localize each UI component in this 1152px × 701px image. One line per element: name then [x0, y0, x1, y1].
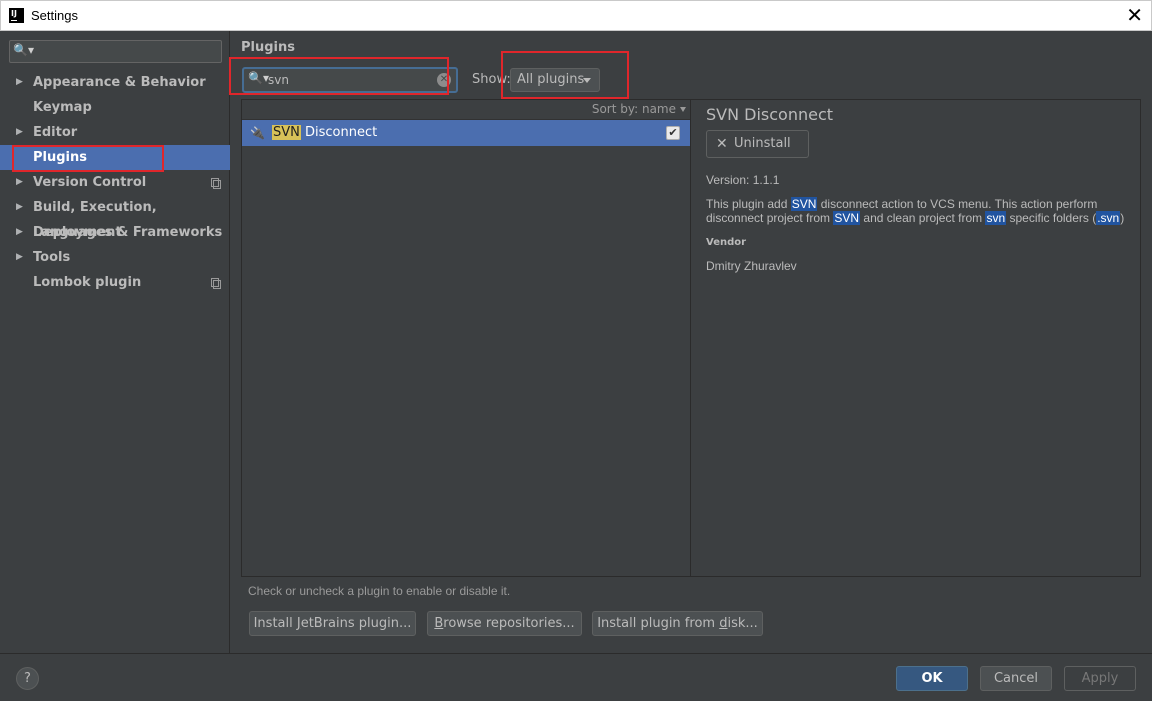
plugin-name-rest: Disconnect	[300, 125, 378, 140]
close-icon[interactable]: ✕	[1126, 4, 1143, 26]
ok-button[interactable]: OK	[896, 666, 968, 691]
desc-highlight: .svn	[1096, 211, 1121, 225]
help-button[interactable]: ?	[16, 667, 39, 690]
install-plugin-from-disk-button[interactable]: Install plugin from disk...	[592, 611, 763, 636]
intellij-logo-icon: IJ	[9, 8, 24, 23]
sidebar-item-label: Appearance & Behavior	[33, 75, 206, 90]
expand-arrow-icon: ▶	[16, 177, 23, 187]
plugin-search-input[interactable]	[268, 71, 428, 89]
sidebar-item-label: Version Control	[33, 175, 147, 190]
sidebar-item-label: Plugins	[33, 150, 87, 165]
search-icon: 🔍▾	[248, 71, 269, 85]
plugin-details: SVN Disconnect ✕ Uninstall Version: 1.1.…	[691, 99, 1141, 577]
desc-text: This plugin add	[706, 197, 791, 211]
sort-by-dropdown[interactable]: Sort by: name	[242, 100, 690, 120]
vendor-name: Dmitry Zhuravlev	[706, 259, 797, 273]
desc-text: )	[1120, 211, 1125, 225]
uninstall-label: Uninstall	[734, 136, 791, 151]
desc-highlight: SVN	[833, 211, 861, 225]
sidebar-item-plugins[interactable]: Plugins	[0, 145, 230, 170]
cancel-button[interactable]: Cancel	[980, 666, 1052, 691]
sidebar-item-tools[interactable]: ▶ Tools	[0, 245, 230, 270]
sidebar-item-version-control[interactable]: ▶ Version Control	[0, 170, 230, 195]
window-title: Settings	[31, 8, 78, 23]
sidebar-item-keymap[interactable]: Keymap	[0, 95, 230, 120]
clear-search-icon[interactable]: ✕	[437, 73, 451, 87]
button-label: Install plugin from	[597, 616, 720, 631]
button-label: isk...	[727, 616, 758, 631]
page-title: Plugins	[241, 40, 295, 55]
sidebar-item-label: Keymap	[33, 100, 92, 115]
desc-text: specific folders (	[1006, 211, 1097, 225]
install-jetbrains-plugin-button[interactable]: Install JetBrains plugin...	[249, 611, 416, 636]
sidebar-item-label: Languages & Frameworks	[33, 225, 223, 240]
chevron-down-icon	[583, 78, 591, 83]
plugin-version: Version: 1.1.1	[706, 173, 780, 187]
plugin-search-field[interactable]: 🔍▾ ✕	[242, 67, 458, 93]
expand-arrow-icon: ▶	[16, 77, 23, 87]
dialog-footer: ? OK Cancel Apply	[0, 653, 1152, 701]
show-filter-label: Show:	[472, 72, 511, 87]
expand-arrow-icon: ▶	[16, 252, 23, 262]
project-scope-icon	[211, 178, 221, 189]
search-icon: 🔍▾	[13, 43, 34, 57]
desc-highlight: SVN	[790, 197, 818, 211]
plugin-enabled-checkbox[interactable]: ✔	[666, 126, 680, 140]
show-filter-value: All plugins	[517, 72, 585, 87]
expand-arrow-icon: ▶	[16, 202, 23, 212]
vendor-label: Vendor	[706, 237, 747, 248]
sidebar-item-appearance-behavior[interactable]: ▶ Appearance & Behavior	[0, 70, 230, 95]
sidebar-item-label: Lombok plugin	[33, 275, 142, 290]
expand-arrow-icon: ▶	[16, 227, 23, 237]
sidebar-item-label: Editor	[33, 125, 78, 140]
button-label: etBrains plugin...	[300, 616, 412, 631]
desc-text: and clean project from	[860, 211, 986, 225]
expand-arrow-icon: ▶	[16, 127, 23, 137]
plugin-description: This plugin add SVN disconnect action to…	[706, 197, 1136, 225]
chevron-down-icon	[680, 107, 686, 112]
sidebar-item-build-execution-deployment[interactable]: ▶ Build, Execution, Deployment	[0, 195, 230, 240]
sidebar-item-lombok-plugin[interactable]: Lombok plugin	[0, 270, 230, 295]
sidebar-item-label: Tools	[33, 250, 71, 265]
button-mnemonic: B	[434, 616, 444, 631]
uninstall-button[interactable]: ✕ Uninstall	[706, 130, 809, 158]
plugin-detail-title: SVN Disconnect	[706, 105, 834, 124]
search-highlight: SVN	[272, 125, 301, 140]
project-scope-icon	[211, 278, 221, 289]
plugin-list: Sort by: name 🔌 SVN Disconnect ✔	[241, 99, 691, 577]
close-icon: ✕	[716, 136, 728, 152]
sidebar-item-editor[interactable]: ▶ Editor	[0, 120, 230, 145]
sort-by-label: Sort by: name	[591, 102, 676, 116]
settings-sidebar: 🔍▾ ▶ Appearance & Behavior Keymap ▶ Edit…	[0, 31, 230, 653]
plugin-row-svn-disconnect[interactable]: 🔌 SVN Disconnect ✔	[242, 120, 690, 146]
settings-search-input[interactable]: 🔍▾	[9, 40, 222, 63]
show-filter-dropdown[interactable]: All plugins	[510, 68, 600, 92]
plugin-hint-text: Check or uncheck a plugin to enable or d…	[248, 584, 511, 598]
plugins-panel: Plugins 🔍▾ ✕ Show: All plugins Sort by: …	[231, 31, 1152, 653]
button-label: rowse repositories...	[443, 616, 575, 631]
browse-repositories-button[interactable]: Browse repositories...	[427, 611, 582, 636]
apply-button[interactable]: Apply	[1064, 666, 1136, 691]
plugin-icon: 🔌	[250, 126, 265, 140]
desc-highlight: svn	[985, 211, 1007, 225]
button-label: Install	[253, 616, 297, 631]
sidebar-item-languages-frameworks[interactable]: ▶ Languages & Frameworks	[0, 220, 230, 245]
settings-tree: ▶ Appearance & Behavior Keymap ▶ Editor …	[0, 70, 230, 295]
title-bar: IJ Settings ✕	[0, 0, 1152, 31]
plugin-name: SVN Disconnect	[272, 120, 377, 146]
